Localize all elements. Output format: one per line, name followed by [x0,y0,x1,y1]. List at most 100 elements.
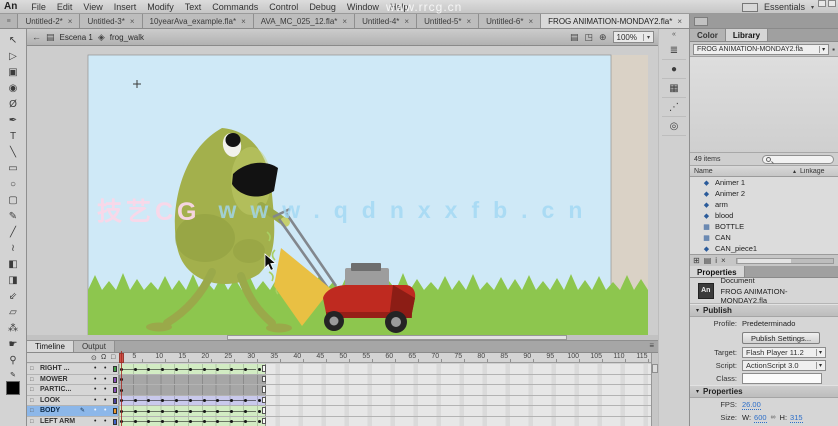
scrollbar-thumb[interactable] [652,364,658,373]
text-tool[interactable]: T [3,128,24,144]
spray-brush-tool[interactable]: ⁂ [3,320,24,336]
tab-output[interactable]: Output [73,341,115,352]
free-transform-tool[interactable]: ▣ [3,64,24,80]
layer-frames[interactable] [119,374,658,384]
tab-bar-lead-button[interactable]: ≡ [0,14,19,28]
library-search-input[interactable] [762,154,834,164]
layer-frames[interactable] [119,416,658,426]
layer-name-cell[interactable]: □ LOOK • • [27,395,119,406]
close-icon[interactable]: × [528,17,533,26]
show-hide-dot[interactable]: • [94,375,96,385]
menu-control[interactable]: Control [269,2,298,12]
align-panel-icon[interactable]: ≣ [662,41,686,60]
layer-frames[interactable] [119,385,658,395]
lock-icon[interactable]: Ω [101,354,106,361]
library-item[interactable]: ◆ blood [690,210,838,221]
hand-tool[interactable]: ☛ [3,336,24,352]
menu-debug[interactable]: Debug [309,2,336,12]
show-hide-dot[interactable]: • [94,385,96,395]
expand-panels-icon[interactable]: « [672,31,676,38]
library-item[interactable]: ◆ Animer 1 [690,177,838,188]
tab-color[interactable]: Color [690,29,726,41]
show-hide-dot[interactable]: • [94,364,96,374]
lock-dot[interactable]: • [104,406,106,416]
new-folder-icon[interactable]: ▤ [704,256,712,265]
close-icon[interactable]: × [342,17,347,26]
document-tab[interactable]: Untitled-3* × [80,14,143,28]
scrollbar-thumb[interactable] [227,335,567,340]
ink-bottle-tool[interactable]: ◨ [3,272,24,288]
document-tab[interactable]: AVA_MC_025_12.fla* × [253,14,356,28]
layer-outline-swatch[interactable] [113,408,117,414]
chevron-down-icon[interactable]: ▾ [811,4,814,11]
lock-dot[interactable]: • [104,396,106,406]
close-icon[interactable]: × [677,17,682,26]
menu-edit[interactable]: Edit [57,2,73,12]
menu-window[interactable]: Window [347,2,379,12]
menu-insert[interactable]: Insert [114,2,137,12]
script-select[interactable]: ActionScript 3.0 ▾ [742,360,826,371]
layer-outline-swatch[interactable] [113,376,117,383]
document-tab[interactable]: Untitled-4* × [355,14,418,28]
layer-frames[interactable] [119,364,658,374]
outline-icon[interactable]: □ [111,354,115,361]
line-tool[interactable]: ╲ [3,144,24,160]
height-value[interactable]: 315 [790,413,803,423]
publish-settings-button[interactable]: Publish Settings... [742,332,821,344]
edit-symbols-icon[interactable]: ◳ [584,32,593,43]
code-snippets-icon[interactable]: ⋰ [662,98,686,117]
library-item[interactable]: ▦ CAN [690,232,838,243]
library-item[interactable]: ◆ arm [690,199,838,210]
tab-library[interactable]: Library [725,29,769,41]
pen-tool[interactable]: ✒ [3,112,24,128]
eyedropper-tool[interactable]: ⇙ [3,288,24,304]
document-tab[interactable]: FROG ANIMATION-MONDAY2.fla* × [541,14,690,28]
minimize-button[interactable] [818,0,826,7]
paint-bucket-tool[interactable]: ◧ [3,256,24,272]
eye-icon[interactable]: ⊙ [91,354,97,362]
pin-icon[interactable]: ▪ [832,45,835,54]
bone-tool[interactable]: ≀ [3,240,24,256]
column-name[interactable]: Name [694,168,713,175]
menu-view[interactable]: View [83,2,102,12]
layer-outline-swatch[interactable] [113,418,117,425]
oval-tool[interactable]: ○ [3,176,24,192]
layer-name-cell[interactable]: □ LEFT ARM • • [27,416,119,426]
item-properties-icon[interactable]: i [715,256,717,265]
library-item[interactable]: ▦ BOTTLE [690,221,838,232]
info-panel-icon[interactable]: ● [662,60,686,79]
layer-outline-swatch[interactable] [113,397,117,404]
lock-dot[interactable]: • [104,364,106,374]
rectangle-tool[interactable]: ▭ [3,160,24,176]
close-icon[interactable]: × [130,17,135,26]
workspace-switcher[interactable]: Essentials [764,2,805,12]
zoom-level-select[interactable]: 100% ▾ [612,31,654,43]
pencil-tool[interactable]: ✎ [3,208,24,224]
new-symbol-icon[interactable]: ⊞ [693,256,700,265]
tab-properties[interactable]: Properties [690,266,745,277]
layer-outline-swatch[interactable] [113,366,117,372]
menu-commands[interactable]: Commands [212,2,258,12]
fps-value[interactable]: 26.00 [742,400,761,410]
menu-file[interactable]: File [31,2,46,12]
close-icon[interactable]: × [68,17,73,26]
width-value[interactable]: 600 [754,413,767,423]
layer-name-cell[interactable]: □ BODY ✎ • • [27,406,119,416]
lock-dot[interactable]: • [104,375,106,385]
layer-name-cell[interactable]: □ MOWER • • [27,374,119,385]
breadcrumb-scene[interactable]: Escena 1 [60,33,93,42]
timeline-vertical-scrollbar[interactable] [651,353,658,426]
document-tab[interactable]: Untitled-6* × [479,14,542,28]
layer-frames[interactable] [119,406,658,416]
selection-tool[interactable]: ↖ [3,32,24,48]
primitive-rect-tool[interactable]: ▢ [3,192,24,208]
panel-menu-icon[interactable]: ≡ [649,341,654,350]
target-select[interactable]: Flash Player 11.2 ▾ [742,347,826,358]
layer-frames[interactable] [119,395,658,405]
show-hide-dot[interactable]: • [94,417,96,426]
edit-scene-icon[interactable]: ▤ [570,32,579,43]
document-tab[interactable]: 10yearAva_example.fla* × [142,14,254,28]
show-hide-dot[interactable]: • [94,406,96,416]
subselection-tool[interactable]: ▷ [3,48,24,64]
lock-dot[interactable]: • [104,385,106,395]
